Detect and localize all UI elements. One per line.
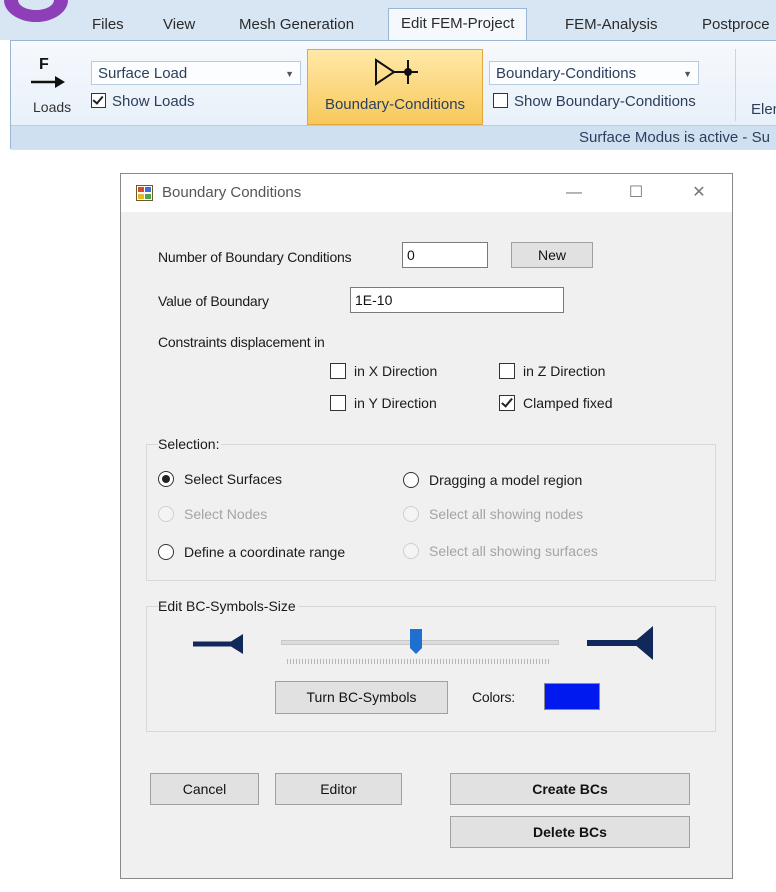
form-icon	[136, 185, 153, 201]
new-button[interactable]: New	[511, 242, 593, 268]
tab-mesh-generation[interactable]: Mesh Generation	[235, 10, 358, 40]
load-force-icon[interactable]: F	[27, 55, 67, 95]
ribbon-tabbar: Files View Mesh Generation Edit FEM-Proj…	[0, 0, 776, 42]
clamped-fixed-label: Clamped fixed	[523, 395, 613, 411]
turn-bc-symbols-button[interactable]: Turn BC-Symbols	[275, 681, 448, 714]
maximize-icon[interactable]: ☐	[620, 180, 652, 206]
coordinate-range-radio[interactable]: Define a coordinate range	[158, 544, 345, 560]
show-bc-checkbox[interactable]: Show Boundary-Conditions	[493, 93, 696, 110]
dialog-title: Boundary Conditions	[162, 184, 302, 201]
select-nodes-label: Select Nodes	[184, 506, 268, 522]
boundary-conditions-button[interactable]: Boundary-Conditions	[307, 49, 483, 125]
checkbox-unchecked-icon	[330, 395, 346, 411]
editor-button[interactable]: Editor	[275, 773, 402, 805]
dragging-region-radio[interactable]: Dragging a model region	[403, 472, 582, 488]
close-icon[interactable]: ✕	[683, 180, 715, 206]
dragging-region-label: Dragging a model region	[429, 472, 583, 488]
bc-type-combo[interactable]: Boundary-Conditions ▼	[489, 61, 699, 85]
tab-files[interactable]: Files	[88, 10, 128, 40]
chevron-down-icon: ▼	[683, 69, 692, 79]
coordinate-range-label: Define a coordinate range	[184, 544, 346, 560]
select-all-surfaces-label: Select all showing surfaces	[429, 543, 598, 559]
y-direction-label: in Y Direction	[354, 395, 437, 411]
load-type-value: Surface Load	[98, 65, 188, 82]
tab-edit-fem-project[interactable]: Edit FEM-Project	[388, 8, 528, 42]
clamped-fixed-checkbox[interactable]: Clamped fixed	[499, 395, 613, 411]
checkbox-unchecked-icon	[499, 363, 515, 379]
checkbox-checked-icon	[499, 395, 515, 411]
status-text: Surface Modus is active - Su	[579, 129, 770, 146]
small-bc-symbol-icon	[193, 634, 243, 654]
radio-selected-icon	[158, 471, 174, 487]
svg-text:F: F	[39, 56, 49, 73]
select-all-surfaces-radio[interactable]: Select all showing surfaces	[403, 543, 598, 559]
show-loads-label: Show Loads	[112, 93, 195, 110]
z-direction-checkbox[interactable]: in Z Direction	[499, 363, 605, 379]
radio-unselected-icon	[403, 472, 419, 488]
radio-disabled-icon	[403, 543, 419, 559]
slider-ticks	[287, 659, 551, 664]
load-type-combo[interactable]: Surface Load ▼	[91, 61, 301, 85]
checkbox-checked-icon	[91, 93, 106, 108]
ribbon-panel: F Loads Surface Load ▼ Show Loads Bounda…	[10, 40, 776, 150]
colors-label: Colors:	[472, 689, 515, 705]
select-nodes-radio[interactable]: Select Nodes	[158, 506, 267, 522]
value-of-boundary-label: Value of Boundary	[158, 293, 269, 309]
boundary-conditions-dialog: Boundary Conditions — ☐ ✕ Number of Boun…	[120, 173, 733, 879]
tab-fem-analysis[interactable]: FEM-Analysis	[561, 10, 662, 40]
elements-label[interactable]: Elen	[751, 101, 776, 118]
ribbon-separator	[735, 49, 736, 121]
create-bcs-button[interactable]: Create BCs	[450, 773, 690, 805]
minimize-icon[interactable]: —	[558, 180, 590, 206]
tab-view[interactable]: View	[159, 10, 199, 40]
tab-postprocessing[interactable]: Postproce	[698, 10, 774, 40]
bc-type-value: Boundary-Conditions	[496, 65, 637, 82]
x-direction-checkbox[interactable]: in X Direction	[330, 363, 437, 379]
dialog-titlebar[interactable]: Boundary Conditions — ☐ ✕	[121, 174, 732, 212]
selection-group-label: Selection:	[158, 436, 222, 452]
slider-thumb[interactable]	[410, 629, 423, 655]
boundary-condition-icon	[375, 58, 418, 86]
value-of-boundary-field[interactable]: 1E-10	[350, 287, 564, 313]
radio-disabled-icon	[403, 506, 419, 522]
checkbox-unchecked-icon	[493, 93, 508, 108]
select-all-nodes-radio[interactable]: Select all showing nodes	[403, 506, 583, 522]
checkbox-unchecked-icon	[330, 363, 346, 379]
ribbon-status-bar: Surface Modus is active - Su	[11, 125, 776, 150]
bc-symbols-group-label: Edit BC-Symbols-Size	[158, 598, 298, 614]
boundary-conditions-button-label: Boundary-Conditions	[324, 96, 466, 113]
select-surfaces-label: Select Surfaces	[184, 471, 283, 487]
num-bc-field[interactable]: 0	[402, 242, 488, 268]
select-surfaces-radio[interactable]: Select Surfaces	[158, 471, 282, 487]
loads-label[interactable]: Loads	[33, 99, 71, 115]
large-bc-symbol-icon	[587, 626, 653, 660]
delete-bcs-button[interactable]: Delete BCs	[450, 816, 690, 848]
z-direction-label: in Z Direction	[523, 363, 606, 379]
constraints-label: Constraints displacement in	[158, 334, 325, 350]
show-loads-checkbox[interactable]: Show Loads	[91, 93, 195, 110]
bc-color-swatch[interactable]	[544, 683, 600, 710]
cancel-button[interactable]: Cancel	[150, 773, 259, 805]
radio-unselected-icon	[158, 544, 174, 560]
radio-disabled-icon	[158, 506, 174, 522]
select-all-nodes-label: Select all showing nodes	[429, 506, 584, 522]
show-bc-label: Show Boundary-Conditions	[514, 93, 696, 110]
y-direction-checkbox[interactable]: in Y Direction	[330, 395, 437, 411]
app-logo-icon[interactable]	[4, 0, 68, 22]
num-bc-label: Number of Boundary Conditions	[158, 249, 352, 265]
x-direction-label: in X Direction	[354, 363, 438, 379]
chevron-down-icon: ▼	[285, 69, 294, 79]
